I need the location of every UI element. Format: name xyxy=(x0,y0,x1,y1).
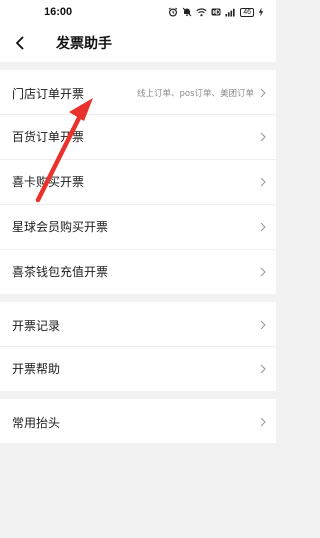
menu-item-hint: 线上订单、pos订单、美团订单 xyxy=(136,89,254,99)
mute-icon xyxy=(182,7,192,17)
page-title: 发票助手 xyxy=(56,36,112,52)
invoice-records-group: 开票记录 开票帮助 xyxy=(0,302,276,391)
chevron-right-icon xyxy=(260,132,266,142)
chevron-left-icon xyxy=(16,36,24,50)
menu-item-label: 百货订单开票 xyxy=(12,130,85,144)
invoice-options-group: 门店订单开票 线上订单、pos订单、美团订单 百货订单开票 喜卡购买开票 星球会… xyxy=(0,70,276,294)
menu-item-label: 门店订单开票 xyxy=(12,86,85,101)
menu-item-invoice-help[interactable]: 开票帮助 xyxy=(0,346,276,391)
chevron-right-icon xyxy=(260,417,266,427)
section-gap xyxy=(0,391,276,399)
hd-icon xyxy=(211,8,221,16)
menu-item-label: 常用抬头 xyxy=(12,415,61,430)
back-button[interactable] xyxy=(2,24,38,62)
chevron-right-icon xyxy=(260,222,266,232)
chevron-right-icon xyxy=(260,177,266,187)
status-bar: 16:00 46 xyxy=(0,0,276,24)
section-gap xyxy=(0,62,276,70)
menu-item-label: 喜卡购买开票 xyxy=(12,175,85,189)
menu-item-department-order-invoice[interactable]: 百货订单开票 xyxy=(0,114,276,159)
chevron-right-icon xyxy=(260,267,266,277)
section-gap xyxy=(0,294,276,302)
menu-item-common-invoice-title[interactable]: 常用抬头 xyxy=(0,399,276,443)
menu-item-wallet-topup-invoice[interactable]: 喜茶钱包充值开票 xyxy=(0,249,276,294)
status-icons: 46 xyxy=(168,7,264,17)
menu-item-membership-invoice[interactable]: 星球会员购买开票 xyxy=(0,204,276,249)
chevron-right-icon xyxy=(260,320,266,330)
signal-icon xyxy=(225,8,236,17)
menu-item-label: 喜茶钱包充值开票 xyxy=(12,265,109,279)
status-time: 16:00 xyxy=(44,6,73,18)
menu-item-label: 开票帮助 xyxy=(12,362,61,376)
invoice-title-group: 常用抬头 xyxy=(0,399,276,443)
menu-item-card-purchase-invoice[interactable]: 喜卡购买开票 xyxy=(0,159,276,204)
wifi-icon xyxy=(196,7,207,17)
menu-item-store-order-invoice[interactable]: 门店订单开票 线上订单、pos订单、美团订单 xyxy=(0,70,276,114)
menu-item-invoice-records[interactable]: 开票记录 xyxy=(0,302,276,346)
nav-header: 发票助手 xyxy=(0,24,276,62)
chevron-right-icon xyxy=(260,364,266,374)
battery-icon: 46 xyxy=(240,7,254,17)
chevron-right-icon xyxy=(260,88,266,98)
alarm-icon xyxy=(168,7,178,17)
menu-item-label: 星球会员购买开票 xyxy=(12,220,109,234)
menu-item-label: 开票记录 xyxy=(12,318,61,333)
charging-icon xyxy=(258,7,264,17)
